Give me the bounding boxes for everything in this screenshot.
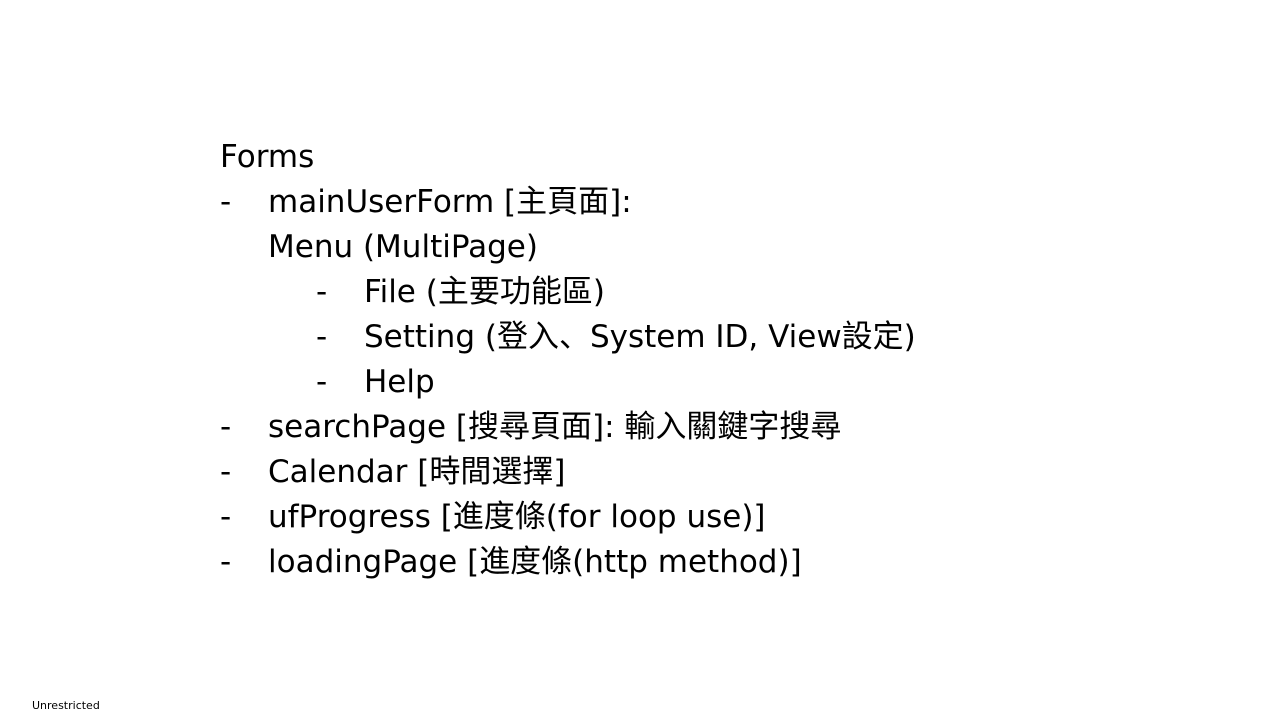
list-item-text: Setting (登入、System ID, View設定) [364, 319, 916, 355]
sub-list-item-help: - Help [220, 360, 1220, 405]
bullet-dash: - [220, 544, 232, 580]
list-item-text: Calendar [時間選擇] [268, 454, 566, 490]
list-item-text: File (主要功能區) [364, 274, 605, 310]
classification-label: Unrestricted [32, 699, 100, 712]
list-item-search-page: - searchPage [搜尋頁面]: 輸入關鍵字搜尋 [220, 405, 1220, 450]
list-item-text: mainUserForm [主頁面]: [268, 184, 632, 220]
bullet-dash: - [316, 364, 328, 400]
list-item-text: Help [364, 364, 435, 400]
sub-list-item-setting: - Setting (登入、System ID, View設定) [220, 315, 1220, 360]
bullet-dash: - [316, 319, 328, 355]
sub-list-item-file: - File (主要功能區) [220, 270, 1220, 315]
bullet-dash: - [220, 409, 232, 445]
list-item-continuation-menu: Menu (MultiPage) [220, 225, 1220, 270]
slide: Forms - mainUserForm [主頁面]: Menu (MultiP… [0, 0, 1280, 720]
bullet-dash: - [220, 184, 232, 220]
list-item-text: Menu (MultiPage) [268, 229, 538, 265]
bullet-dash: - [316, 274, 328, 310]
list-item-text: searchPage [搜尋頁面]: 輸入關鍵字搜尋 [268, 409, 842, 445]
list-item-text: loadingPage [進度條(http method)] [268, 544, 802, 580]
list-item-uf-progress: - ufProgress [進度條(for loop use)] [220, 495, 1220, 540]
list-item-main-user-form: - mainUserForm [主頁面]: [220, 180, 1220, 225]
section-title: Forms [220, 139, 315, 175]
bullet-dash: - [220, 454, 232, 490]
slide-content: Forms - mainUserForm [主頁面]: Menu (MultiP… [220, 135, 1220, 585]
list-item-calendar: - Calendar [時間選擇] [220, 450, 1220, 495]
list-item-text: ufProgress [進度條(for loop use)] [268, 499, 766, 535]
bullet-dash: - [220, 499, 232, 535]
list-item-loading-page: - loadingPage [進度條(http method)] [220, 540, 1220, 585]
